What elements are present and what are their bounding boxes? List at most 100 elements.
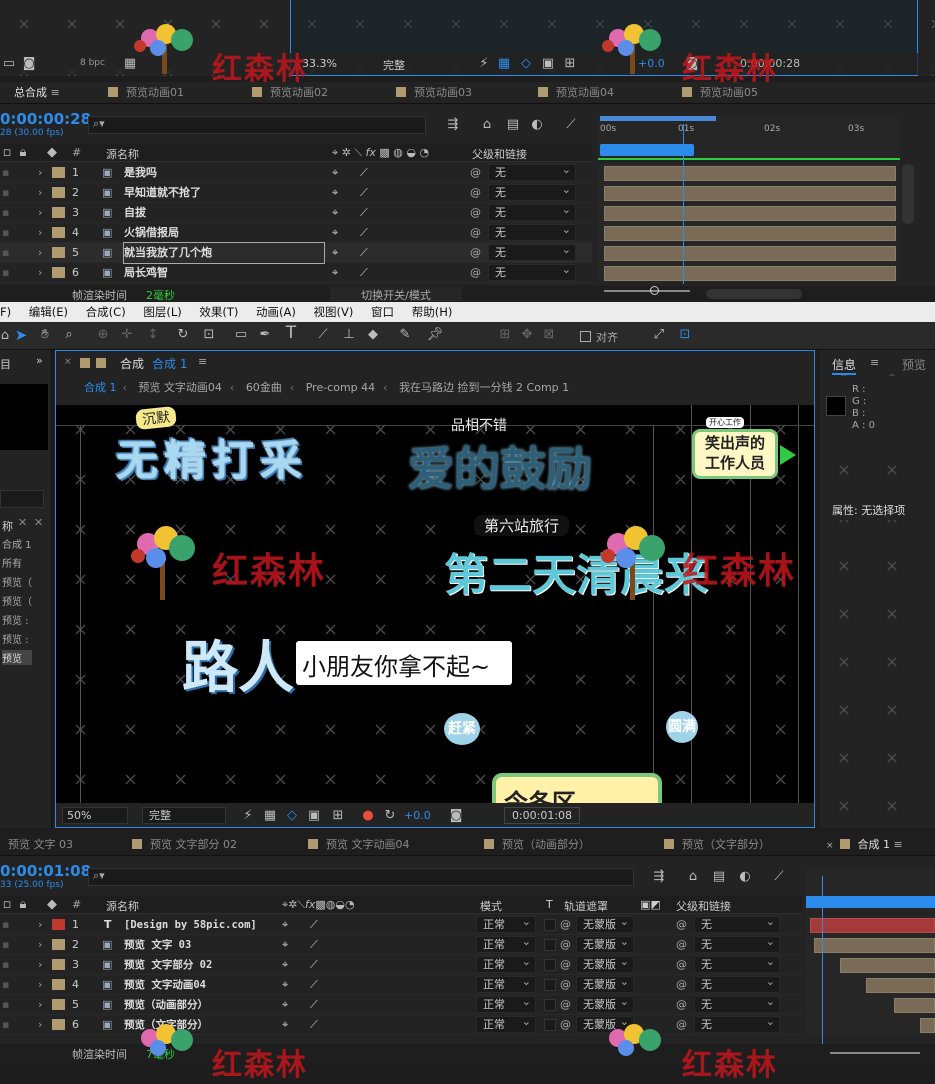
pickwhip-icon[interactable]: @ <box>470 243 481 263</box>
expand-arrow-icon[interactable]: › <box>38 1015 42 1035</box>
comp-reset-exposure-icon[interactable]: ↻ <box>382 807 398 825</box>
visibility-toggle[interactable]: ▪ <box>2 955 9 975</box>
table-row[interactable]: ▪ › 4 ▣ 预览 文字动画04 ⌖ ⟋ 正常 @ 无蒙版 @ 无 <box>0 974 802 995</box>
visibility-toggle[interactable]: ▪ <box>2 203 9 223</box>
expand-arrow-icon[interactable]: › <box>38 163 42 183</box>
pickwhip-icon[interactable]: @ <box>676 955 687 975</box>
puppet-tool-icon[interactable]: 📌︎ <box>426 326 444 344</box>
menu-layer[interactable]: 图层(L) <box>143 305 181 319</box>
home-icon[interactable]: ⌂ <box>0 327 10 345</box>
zoom-slider-handle[interactable] <box>650 286 659 295</box>
mode-select[interactable]: 正常 <box>476 934 536 953</box>
comp-color-icon[interactable]: ● <box>360 807 376 825</box>
comp-timecode[interactable]: 0:00:01:08 <box>504 807 580 824</box>
project-sort-icon[interactable]: ✕ <box>18 516 27 529</box>
bottom-playhead[interactable] <box>822 876 823 1046</box>
comp-transparency-icon[interactable]: ▦ <box>262 807 278 825</box>
table-row[interactable]: ▪ › 5 ▣ 就当我放了几个炮 ⌖ ⟋ @ 无 <box>0 242 592 264</box>
menu-help[interactable]: 帮助(H) <box>412 305 453 319</box>
switch-quality[interactable]: ⟋ <box>310 935 318 955</box>
preserve-transparency[interactable] <box>544 959 556 971</box>
preview-tab[interactable]: 预览 <box>902 356 926 373</box>
switch-quality[interactable]: ⟋ <box>310 975 318 995</box>
label-color[interactable] <box>52 267 65 278</box>
track-matte-select[interactable]: 无蒙版 <box>576 954 634 973</box>
comp-panel-title-name[interactable]: 合成 1 <box>152 355 187 372</box>
rotate-tool-icon[interactable]: ↻ <box>174 326 192 344</box>
layer-track-bar[interactable] <box>604 246 896 261</box>
table-row[interactable]: ▪ › 4 ▣ 火锅借报局 ⌖ ⟋ @ 无 <box>0 222 592 243</box>
menu-composition[interactable]: 合成(C) <box>86 305 126 319</box>
table-row[interactable]: ▪ › 2 ▣ 早知道就不抢了 ⌖ ⟋ @ 无 <box>0 182 592 203</box>
track-matte-select[interactable]: 无蒙版 <box>576 974 634 993</box>
dolly-tool-icon[interactable]: ↕ <box>144 326 162 344</box>
track-matte-link-icon[interactable]: @ <box>560 1015 571 1035</box>
tab-preview-01[interactable]: 预览动画01 <box>108 82 184 104</box>
expand-arrow-icon[interactable]: › <box>38 203 42 223</box>
expand-arrow-icon[interactable]: › <box>38 935 42 955</box>
switch-shy[interactable]: ⌖ <box>332 263 338 283</box>
roto-tool-icon[interactable]: ✎ <box>396 326 414 344</box>
track-matte-link-icon[interactable]: @ <box>560 935 571 955</box>
layer-track-bar[interactable] <box>604 266 896 281</box>
switch-quality[interactable]: ⟋ <box>360 263 368 283</box>
pickwhip-icon[interactable]: @ <box>676 975 687 995</box>
switch-shy[interactable]: ⌖ <box>332 203 338 223</box>
top-timecode-display[interactable]: 0:00:00:28 <box>0 110 91 128</box>
axis-local-icon[interactable]: ⊞ <box>496 326 514 344</box>
brush-tool-icon[interactable]: ⟋ <box>314 326 332 344</box>
safe-icon[interactable]: ⊞ <box>562 55 578 73</box>
menu-effect[interactable]: 效果(T) <box>199 305 238 319</box>
track-matte-link-icon[interactable]: @ <box>560 975 571 995</box>
pickwhip-icon[interactable]: @ <box>676 1015 687 1035</box>
project-close-icon[interactable]: ✕ <box>34 516 43 529</box>
breadcrumb-item-0[interactable]: 合成 1 <box>78 381 123 394</box>
label-color[interactable] <box>52 959 65 970</box>
layer-track-bar[interactable] <box>814 938 935 953</box>
graph-editor-icon[interactable]: ⟋ <box>562 116 580 134</box>
fast-preview-icon[interactable]: ⚡ <box>476 55 492 73</box>
table-row[interactable]: ▪ › 3 ▣ 自拔 ⌖ ⟋ @ 无 <box>0 202 592 223</box>
info-tab[interactable]: 信息 <box>832 356 857 375</box>
layer-track-bar[interactable] <box>920 1018 935 1033</box>
switch-shy[interactable]: ⌖ <box>332 163 338 183</box>
b-range-bar[interactable] <box>806 896 935 908</box>
switch-shy[interactable]: ⌖ <box>332 183 338 203</box>
label-color[interactable] <box>52 227 65 238</box>
layer-name[interactable]: 就当我放了几个炮 <box>123 242 325 264</box>
parent-select[interactable]: 无 <box>488 162 576 181</box>
tab-preview-03[interactable]: 预览动画03 <box>396 82 472 104</box>
menu-view[interactable]: 视图(V) <box>314 305 354 319</box>
mode-select[interactable]: 正常 <box>476 954 536 973</box>
layer-track-bar[interactable] <box>840 958 935 973</box>
track-matte-link-icon[interactable]: @ <box>560 995 571 1015</box>
comp-exposure-value[interactable]: +0.0 <box>404 809 431 822</box>
frame-blend-icon[interactable]: ▤ <box>504 116 522 134</box>
visibility-toggle[interactable]: ▪ <box>2 975 9 995</box>
eraser-tool-icon[interactable]: ◆ <box>364 326 382 344</box>
project-panel-tab[interactable]: 目 <box>0 356 11 372</box>
table-row[interactable]: ▪›6▣预览（文字部分）⌖⟋正常@无蒙版@无 <box>0 1014 802 1035</box>
switch-quality[interactable]: ⟋ <box>310 955 318 975</box>
b-motion-blur-icon[interactable]: ◐ <box>736 868 754 886</box>
top-scrollbar[interactable] <box>902 164 914 224</box>
visibility-toggle[interactable]: ▪ <box>2 223 9 243</box>
toggle-switches-modes[interactable]: 切换开关/模式 <box>330 287 462 302</box>
mode-select[interactable]: 正常 <box>476 974 536 993</box>
table-row[interactable]: ▪ › 5 ▣ 预览（动画部分） ⌖ ⟋ 正常 @ 无蒙版 @ 无 <box>0 994 802 1015</box>
parent-select[interactable]: 无 <box>488 222 576 241</box>
switch-shy[interactable]: ⌖ <box>282 1015 288 1035</box>
table-row[interactable]: ▪ › 1 ▣ 是我吗 ⌖ ⟋ @ 无 <box>0 162 592 183</box>
project-item[interactable]: 预览 : <box>2 612 29 627</box>
pen-tool-icon[interactable]: ✒︎ <box>256 326 274 344</box>
tab-bottom-5[interactable]: × 合成 1 ≡ <box>826 834 903 856</box>
layer-name[interactable]: 局长鸡智 <box>124 263 168 283</box>
preserve-transparency[interactable] <box>544 939 556 951</box>
label-color[interactable] <box>52 187 65 198</box>
type-tool-icon[interactable]: T <box>282 324 300 342</box>
pickwhip-icon[interactable]: @ <box>470 223 481 243</box>
layer-name[interactable]: [Design by 58pic.com] <box>124 915 257 935</box>
pickwhip-icon[interactable]: @ <box>676 995 687 1015</box>
expand-arrow-icon[interactable]: › <box>38 915 42 935</box>
visibility-toggle[interactable]: ▪ <box>2 995 9 1015</box>
